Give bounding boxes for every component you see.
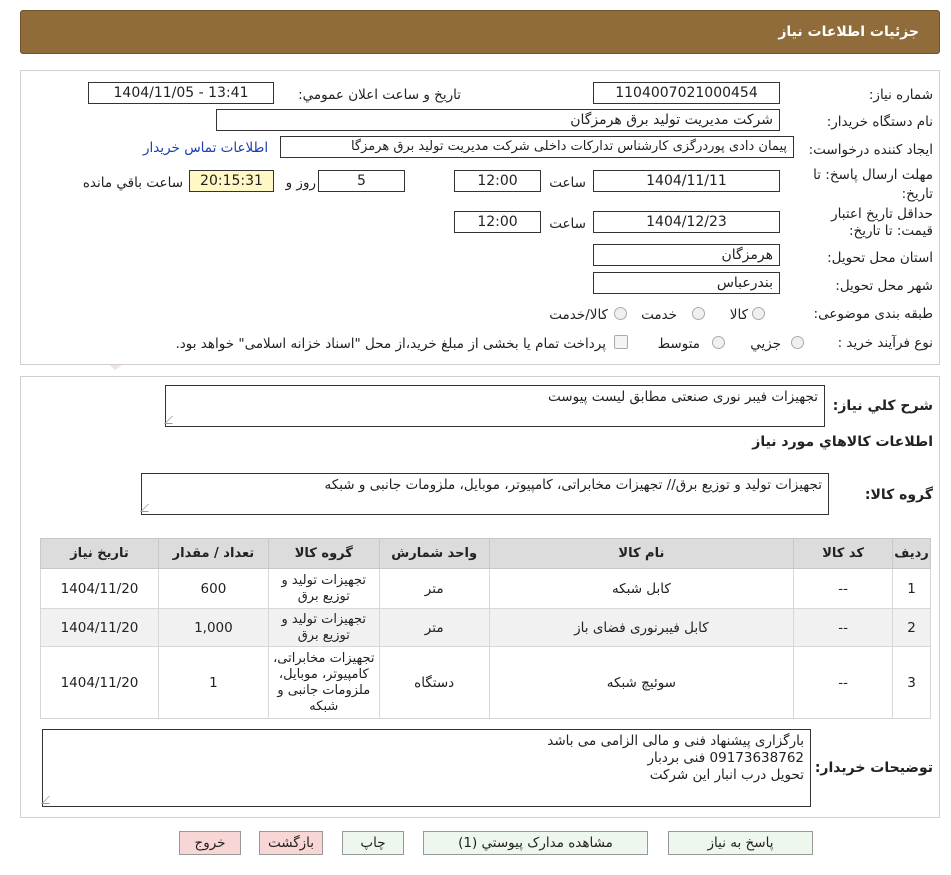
cell-unit: متر: [378, 568, 490, 609]
cell-row: 3: [892, 646, 931, 719]
view-attachments-button[interactable]: مشاهده مدارک پيوستي (1): [423, 831, 648, 855]
process-option-medium: متوسط: [657, 336, 700, 352]
table-row: 2 -- کابل فیبرنوری فضای باز متر تجهيزات …: [40, 608, 931, 647]
process-option-minor: جزيي: [750, 336, 781, 352]
resize-grip-icon: [41, 796, 57, 804]
items-table: رديف کد کالا نام کالا واحد شمارش گروه کا…: [40, 538, 931, 719]
notes-line-2: 09173638762 فنی بردبار: [647, 750, 804, 766]
process-label: نوع فرآيند خريد :: [837, 335, 933, 351]
deadline-time-label: ساعت: [549, 175, 586, 191]
group-textarea: تجهيزات توليد و توزيع برق// تجهيزات مخاب…: [140, 473, 829, 515]
days-field: 5: [318, 170, 405, 192]
deadline-label-line2: تاريخ:: [901, 186, 933, 202]
group-label: گروه کالا:: [864, 487, 933, 503]
days-label: روز و: [285, 175, 316, 191]
cell-date: 1404/11/20: [40, 608, 159, 647]
category-radio-goods-service[interactable]: [614, 307, 627, 320]
cell-name: کابل فیبرنوری فضای باز: [488, 608, 795, 647]
category-option-goods: کالا: [729, 307, 748, 323]
reply-button[interactable]: پاسخ به نياز: [668, 831, 813, 855]
col-unit: واحد شمارش: [378, 538, 490, 569]
page-header: جزئیات اطلاعات نیاز: [20, 10, 940, 54]
summary-textarea: تجهیزات فیبر نوری صنعتی مطابق لیست پیوست: [164, 385, 825, 427]
back-button[interactable]: بازگشت: [259, 831, 323, 855]
treasury-note: پرداخت تمام يا بخشی از مبلغ خريد،از محل …: [175, 336, 606, 352]
table-row: 1 -- کابل شبکه متر تجهيزات توليد و توزيع…: [40, 568, 931, 609]
exit-button[interactable]: خروج: [179, 831, 241, 855]
process-radio-medium[interactable]: [712, 336, 725, 349]
cell-unit: متر: [378, 608, 490, 647]
category-option-service: خدمت: [641, 307, 677, 323]
notes-textarea: بارگزاری پیشنهاد فنی و مالی الزامی می با…: [41, 729, 811, 807]
validity-time-label: ساعت: [549, 216, 586, 232]
cell-name: کابل شبکه: [488, 568, 795, 609]
buyer-label: نام دستگاه خريدار:: [826, 114, 933, 130]
category-radio-goods[interactable]: [752, 307, 765, 320]
items-section-title: اطلاعات کالاهاي مورد نياز: [752, 434, 933, 450]
summary-label: شرح کلي نياز:: [832, 398, 933, 414]
col-code: کد کالا: [793, 538, 894, 569]
cell-qty: 1,000: [157, 608, 269, 647]
cell-group: تجهيزات مخابراتی، کامپيوتر، موبايل، ملزو…: [267, 646, 380, 719]
province-label: استان محل تحويل:: [827, 250, 933, 266]
cell-date: 1404/11/20: [40, 568, 159, 609]
deadline-label-line1: مهلت ارسال پاسخ: تا: [813, 167, 933, 183]
remaining-time-field: 20:15:31: [189, 170, 274, 192]
cell-group: تجهيزات توليد و توزيع برق: [267, 568, 380, 609]
buyer-field: شرکت مديريت توليد برق هرمزگان: [216, 109, 780, 131]
cell-row: 1: [892, 568, 931, 609]
process-radio-minor[interactable]: [791, 336, 804, 349]
requester-field: پیمان دادی پوردرگزی کارشناس تدارکات داخل…: [280, 136, 794, 158]
validity-label-line2: قيمت: تا تاريخ:: [849, 223, 933, 239]
cell-date: 1404/11/20: [40, 646, 159, 719]
col-qty: تعداد / مقدار: [157, 538, 269, 569]
treasury-checkbox[interactable]: [614, 335, 628, 349]
cell-qty: 1: [157, 646, 269, 719]
resize-grip-icon: [140, 504, 156, 512]
resize-grip-icon: [164, 416, 180, 424]
need-number-label: شماره نیاز:: [868, 87, 933, 103]
table-header-row: رديف کد کالا نام کالا واحد شمارش گروه کا…: [40, 538, 931, 569]
category-radio-service[interactable]: [692, 307, 705, 320]
validity-time-field: 12:00: [454, 211, 541, 233]
cell-code: --: [793, 568, 894, 609]
notes-label: توضيحات خريدار:: [814, 760, 933, 776]
col-group: گروه کالا: [267, 538, 380, 569]
requester-label: ايجاد کننده درخواست:: [808, 142, 933, 158]
cell-group: تجهيزات توليد و توزيع برق: [267, 608, 380, 647]
need-number-field: 1104007021000454: [593, 82, 780, 104]
deadline-label: مهلت ارسال پاسخ: تا تاريخ:: [813, 166, 933, 204]
category-option-goods-service: کالا/خدمت: [549, 307, 608, 323]
cell-code: --: [793, 646, 894, 719]
col-row: رديف: [892, 538, 931, 569]
summary-text: تجهیزات فیبر نوری صنعتی مطابق لیست پیوست: [548, 389, 818, 405]
group-text: تجهيزات توليد و توزيع برق// تجهيزات مخاب…: [324, 477, 822, 493]
announce-label: تاریخ و ساعت اعلان عمومي:: [298, 87, 461, 103]
province-field: هرمزگان: [593, 244, 780, 266]
notes-line-3: تحویل درب انبار این شرکت: [649, 767, 804, 783]
cell-name: سوئیچ شبکه: [488, 646, 795, 719]
validity-date-field: 1404/12/23: [593, 211, 780, 233]
deadline-time-field: 12:00: [454, 170, 541, 192]
cell-row: 2: [892, 608, 931, 647]
announce-field: 1404/11/05 - 13:41: [88, 82, 274, 104]
col-date: تاريخ نياز: [40, 538, 159, 569]
validity-label-line1: حداقل تاريخ اعتبار: [831, 206, 933, 222]
cell-qty: 600: [157, 568, 269, 609]
table-row: 3 -- سوئیچ شبکه دستگاه تجهيزات مخابراتی،…: [40, 646, 931, 719]
deadline-date-field: 1404/11/11: [593, 170, 780, 192]
notes-line-1: بارگزاری پیشنهاد فنی و مالی الزامی می با…: [547, 733, 804, 749]
validity-label: حداقل تاريخ اعتبار قيمت: تا تاريخ:: [831, 206, 933, 240]
city-field: بندرعباس: [593, 272, 780, 294]
col-name: نام کالا: [488, 538, 795, 569]
print-button[interactable]: چاپ: [342, 831, 404, 855]
page-title: جزئیات اطلاعات نیاز: [778, 24, 919, 40]
cell-code: --: [793, 608, 894, 647]
remaining-label: ساعت باقي مانده: [82, 175, 183, 191]
cell-unit: دستگاه: [378, 646, 490, 719]
city-label: شهر محل تحويل:: [835, 278, 933, 294]
buyer-contact-link[interactable]: اطلاعات تماس خريدار: [143, 140, 268, 156]
category-label: طبقه بندی موضوعی:: [813, 306, 933, 322]
